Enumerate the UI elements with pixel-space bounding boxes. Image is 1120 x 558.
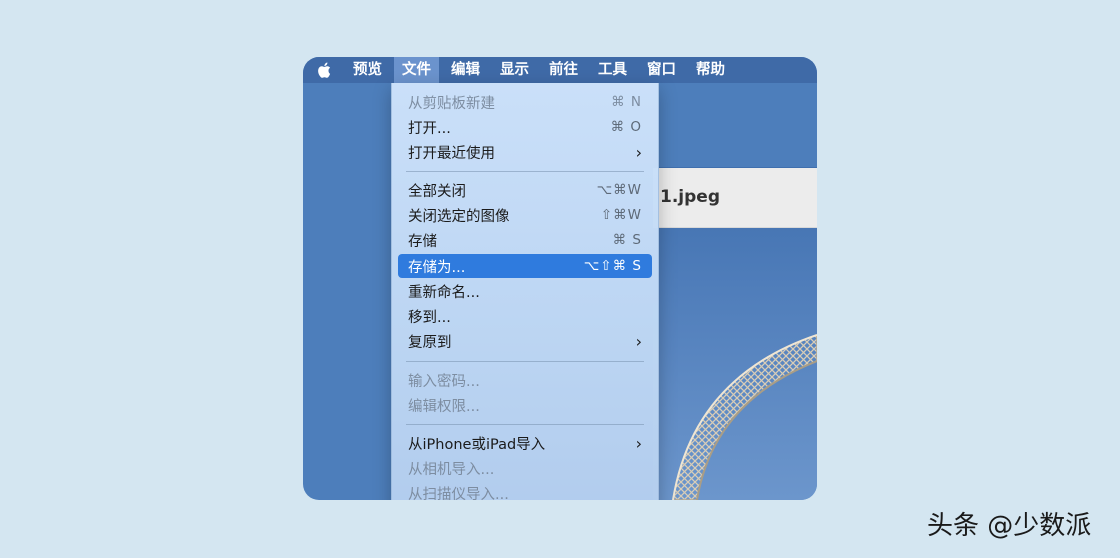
- shortcut: ⇧⌘W: [600, 207, 642, 223]
- menu-item-open-recent[interactable]: 打开最近使用 ›: [398, 140, 652, 164]
- apple-logo-icon: [318, 62, 331, 78]
- file-menu-dropdown: 从剪贴板新建 ⌘ N 打开... ⌘ O 打开最近使用 › 全部关闭 ⌥⌘W 关…: [391, 83, 659, 500]
- document-title: 1.jpeg: [660, 187, 720, 207]
- preview-window-titlebar[interactable]: 1.jpeg: [653, 168, 817, 228]
- menu-item-move-to[interactable]: 移到...: [398, 304, 652, 328]
- chevron-right-icon: ›: [635, 142, 642, 162]
- menu-window[interactable]: 窗口: [639, 57, 684, 83]
- menu-item-edit-permissions[interactable]: 编辑权限...: [398, 393, 652, 417]
- menu-item-save[interactable]: 存储 ⌘ S: [398, 228, 652, 252]
- menu-item-import-from-iphone[interactable]: 从iPhone或iPad导入 ›: [398, 431, 652, 455]
- menu-item-save-as[interactable]: 存储为... ⌥⇧⌘ S: [398, 254, 652, 278]
- watermark: 头条 @少数派: [927, 511, 1092, 541]
- menu-tools[interactable]: 工具: [590, 57, 635, 83]
- menu-item-new-from-clipboard[interactable]: 从剪贴板新建 ⌘ N: [398, 90, 652, 114]
- menu-item-close-all[interactable]: 全部关闭 ⌥⌘W: [398, 178, 652, 202]
- menu-item-close-selected[interactable]: 关闭选定的图像 ⇧⌘W: [398, 203, 652, 227]
- menu-item-enter-password[interactable]: 输入密码...: [398, 368, 652, 392]
- shortcut: ⌘ O: [610, 119, 642, 135]
- shortcut: ⌘ N: [611, 94, 642, 110]
- menu-go[interactable]: 前往: [541, 57, 586, 83]
- menu-view[interactable]: 显示: [492, 57, 537, 83]
- mac-screen: 1.jpeg 预览 文件 编辑 显示 前往 工具 窗口 帮助 从剪贴板新建 ⌘ …: [303, 57, 817, 500]
- menu-separator: [406, 171, 644, 172]
- shortcut: ⌥⌘W: [596, 182, 642, 198]
- menu-bar: 预览 文件 编辑 显示 前往 工具 窗口 帮助: [303, 57, 817, 83]
- menu-item-rename[interactable]: 重新命名...: [398, 279, 652, 303]
- menu-item-import-from-camera[interactable]: 从相机导入...: [398, 456, 652, 480]
- menu-file[interactable]: 文件: [394, 57, 439, 83]
- menu-item-revert-to[interactable]: 复原到 ›: [398, 329, 652, 353]
- shortcut: ⌘ S: [612, 232, 642, 248]
- chevron-right-icon: ›: [635, 331, 642, 351]
- menu-separator: [406, 424, 644, 425]
- menu-edit[interactable]: 编辑: [443, 57, 488, 83]
- menu-preview[interactable]: 预览: [345, 57, 390, 83]
- menu-separator: [406, 361, 644, 362]
- menu-item-import-from-scanner[interactable]: 从扫描仪导入...: [398, 481, 652, 501]
- chevron-right-icon: ›: [635, 433, 642, 453]
- shortcut: ⌥⇧⌘ S: [583, 258, 642, 274]
- menu-help[interactable]: 帮助: [688, 57, 733, 83]
- apple-menu[interactable]: [303, 57, 345, 83]
- arch-photo: [672, 334, 817, 500]
- menu-item-open[interactable]: 打开... ⌘ O: [398, 115, 652, 139]
